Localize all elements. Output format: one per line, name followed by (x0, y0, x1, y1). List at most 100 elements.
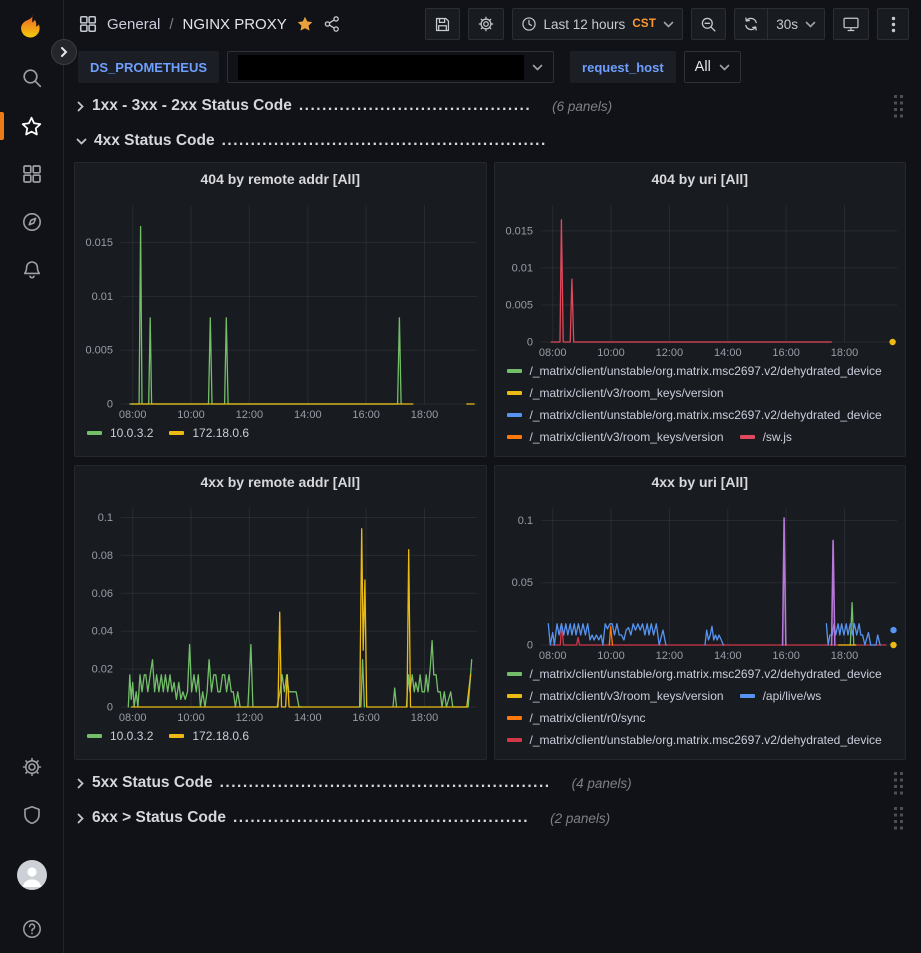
row-drag-handle-icon[interactable] (893, 771, 906, 796)
sidebar (0, 0, 64, 953)
timeseries-chart[interactable]: 00.050.108:0010:0012:0014:0016:0018:00 (495, 498, 906, 664)
timeseries-chart[interactable]: 00.0050.010.01508:0010:0012:0014:0016:00… (75, 195, 486, 423)
refresh-button[interactable] (734, 8, 768, 40)
sidebar-item-server-admin[interactable] (0, 791, 63, 839)
row-header-1xx-3xx-2xx[interactable]: 1xx - 3xx - 2xx Status Code ............… (74, 92, 906, 120)
legend-item[interactable]: 172.18.0.6 (169, 425, 249, 440)
chevron-down-icon (805, 21, 816, 28)
legend-item[interactable]: /_matrix/client/v3/room_keys/version (507, 385, 724, 400)
row-title-dots: ........................................… (233, 809, 529, 827)
kebab-menu-icon (891, 16, 896, 33)
legend-item[interactable]: 10.0.3.2 (87, 728, 153, 743)
row-drag-handle-icon[interactable] (893, 806, 906, 831)
favorite-star-icon[interactable] (296, 15, 314, 33)
dashboards-icon (21, 163, 43, 185)
dashboard-body: 1xx - 3xx - 2xx Status Code ............… (64, 90, 921, 832)
legend-item[interactable]: 10.0.3.2 (87, 425, 153, 440)
legend-item[interactable]: /_matrix/client/unstable/org.matrix.msc2… (507, 363, 882, 378)
kebab-menu-button[interactable] (877, 8, 909, 40)
panel-legend: 10.0.3.2 172.18.0.6 (75, 423, 486, 453)
row-panel-count: (2 panels) (550, 811, 610, 826)
legend-label: /_matrix/client/v3/room_keys/version (530, 689, 724, 703)
time-range-picker[interactable]: Last 12 hours CST (512, 8, 684, 40)
request-host-variable-select[interactable]: All (684, 51, 741, 83)
svg-text:18:00: 18:00 (830, 650, 858, 662)
panel-legend: /_matrix/client/unstable/org.matrix.msc2… (495, 361, 906, 451)
svg-text:10:00: 10:00 (597, 650, 625, 662)
sidebar-item-alerting[interactable] (0, 246, 63, 294)
timeseries-chart[interactable]: 00.020.040.060.080.108:0010:0012:0014:00… (75, 498, 486, 726)
monitor-icon (842, 15, 860, 33)
svg-text:08:00: 08:00 (119, 712, 147, 724)
svg-text:0: 0 (107, 702, 113, 714)
sidebar-item-search[interactable] (0, 54, 63, 102)
submenu: DS_PROMETHEUS request_host All (64, 48, 921, 90)
panel-header[interactable]: 4xx by uri [All] (495, 466, 906, 498)
svg-text:18:00: 18:00 (411, 409, 439, 421)
row-header-5xx[interactable]: 5xx Status Code ........................… (74, 769, 906, 797)
refresh-interval-button[interactable]: 30s (768, 8, 825, 40)
chevron-down-icon (663, 21, 674, 28)
legend-label: 172.18.0.6 (192, 729, 249, 743)
legend-item[interactable]: 172.18.0.6 (169, 728, 249, 743)
sidebar-item-help[interactable] (0, 905, 63, 953)
avatar-person-icon (17, 860, 47, 890)
dashboard-settings-button[interactable] (468, 8, 504, 40)
row-header-6xx[interactable]: 6xx > Status Code ......................… (74, 804, 906, 832)
legend-item[interactable]: /api/live/ws (740, 688, 822, 703)
svg-text:18:00: 18:00 (411, 712, 439, 724)
svg-text:12:00: 12:00 (236, 712, 264, 724)
datasource-variable-label: DS_PROMETHEUS (78, 51, 219, 83)
svg-text:12:00: 12:00 (655, 347, 683, 359)
legend-color-swatch (507, 672, 522, 676)
save-dashboard-button[interactable] (425, 8, 460, 40)
sidebar-item-configuration[interactable] (0, 743, 63, 791)
row-header-4xx[interactable]: 4xx Status Code ........................… (74, 127, 906, 155)
svg-text:14:00: 14:00 (714, 347, 742, 359)
datasource-variable-select[interactable] (227, 51, 554, 83)
legend-color-swatch (740, 435, 755, 439)
time-range-label: Last 12 hours (544, 17, 626, 32)
legend-item[interactable]: /_matrix/client/v3/room_keys/version (507, 688, 724, 703)
legend-color-swatch (507, 716, 522, 720)
timeseries-chart[interactable]: 00.0050.010.01508:0010:0012:0014:0016:00… (495, 195, 906, 361)
row-title-dots: ........................................ (299, 97, 531, 115)
sidebar-bottom-group (0, 743, 63, 953)
apps-icon (78, 14, 98, 34)
explore-compass-icon (21, 211, 43, 233)
legend-item[interactable]: /_matrix/client/v3/room_keys/version (507, 429, 724, 444)
legend-item[interactable]: /sw.js (740, 429, 792, 444)
dashboard-title: NGINX PROXY (183, 16, 287, 33)
legend-label: 10.0.3.2 (110, 729, 153, 743)
svg-text:0.005: 0.005 (505, 300, 533, 312)
cycle-view-mode-button[interactable] (833, 8, 869, 40)
legend-item[interactable]: /_matrix/client/unstable/org.matrix.msc2… (507, 407, 882, 422)
legend-color-swatch (740, 694, 755, 698)
chevron-down-icon (532, 64, 543, 71)
share-icon[interactable] (323, 15, 341, 33)
svg-text:0.01: 0.01 (511, 262, 532, 274)
legend-color-swatch (507, 413, 522, 417)
sidebar-expand-button[interactable] (51, 39, 77, 65)
legend-color-swatch (507, 694, 522, 698)
configuration-gear-icon (21, 756, 43, 778)
row-drag-handle-icon[interactable] (893, 94, 906, 119)
sidebar-item-dashboards[interactable] (0, 150, 63, 198)
request-host-variable-label: request_host (570, 51, 676, 83)
svg-text:10:00: 10:00 (597, 347, 625, 359)
sidebar-item-profile[interactable] (0, 851, 63, 899)
zoom-out-button[interactable] (691, 8, 726, 40)
legend-item[interactable]: /_matrix/client/unstable/org.matrix.msc2… (507, 732, 882, 747)
panel-header[interactable]: 404 by remote addr [All] (75, 163, 486, 195)
legend-label: /_matrix/client/unstable/org.matrix.msc2… (530, 364, 882, 378)
breadcrumb: General / NGINX PROXY (78, 14, 341, 34)
panel-header[interactable]: 404 by uri [All] (495, 163, 906, 195)
sidebar-item-starred[interactable] (0, 102, 63, 150)
panel-header[interactable]: 4xx by remote addr [All] (75, 466, 486, 498)
breadcrumb-section[interactable]: General (107, 16, 160, 33)
sidebar-item-explore[interactable] (0, 198, 63, 246)
refresh-icon (743, 16, 759, 32)
svg-text:0.08: 0.08 (92, 550, 113, 562)
legend-item[interactable]: /_matrix/client/unstable/org.matrix.msc2… (507, 666, 882, 681)
legend-item[interactable]: /_matrix/client/r0/sync (507, 710, 646, 725)
